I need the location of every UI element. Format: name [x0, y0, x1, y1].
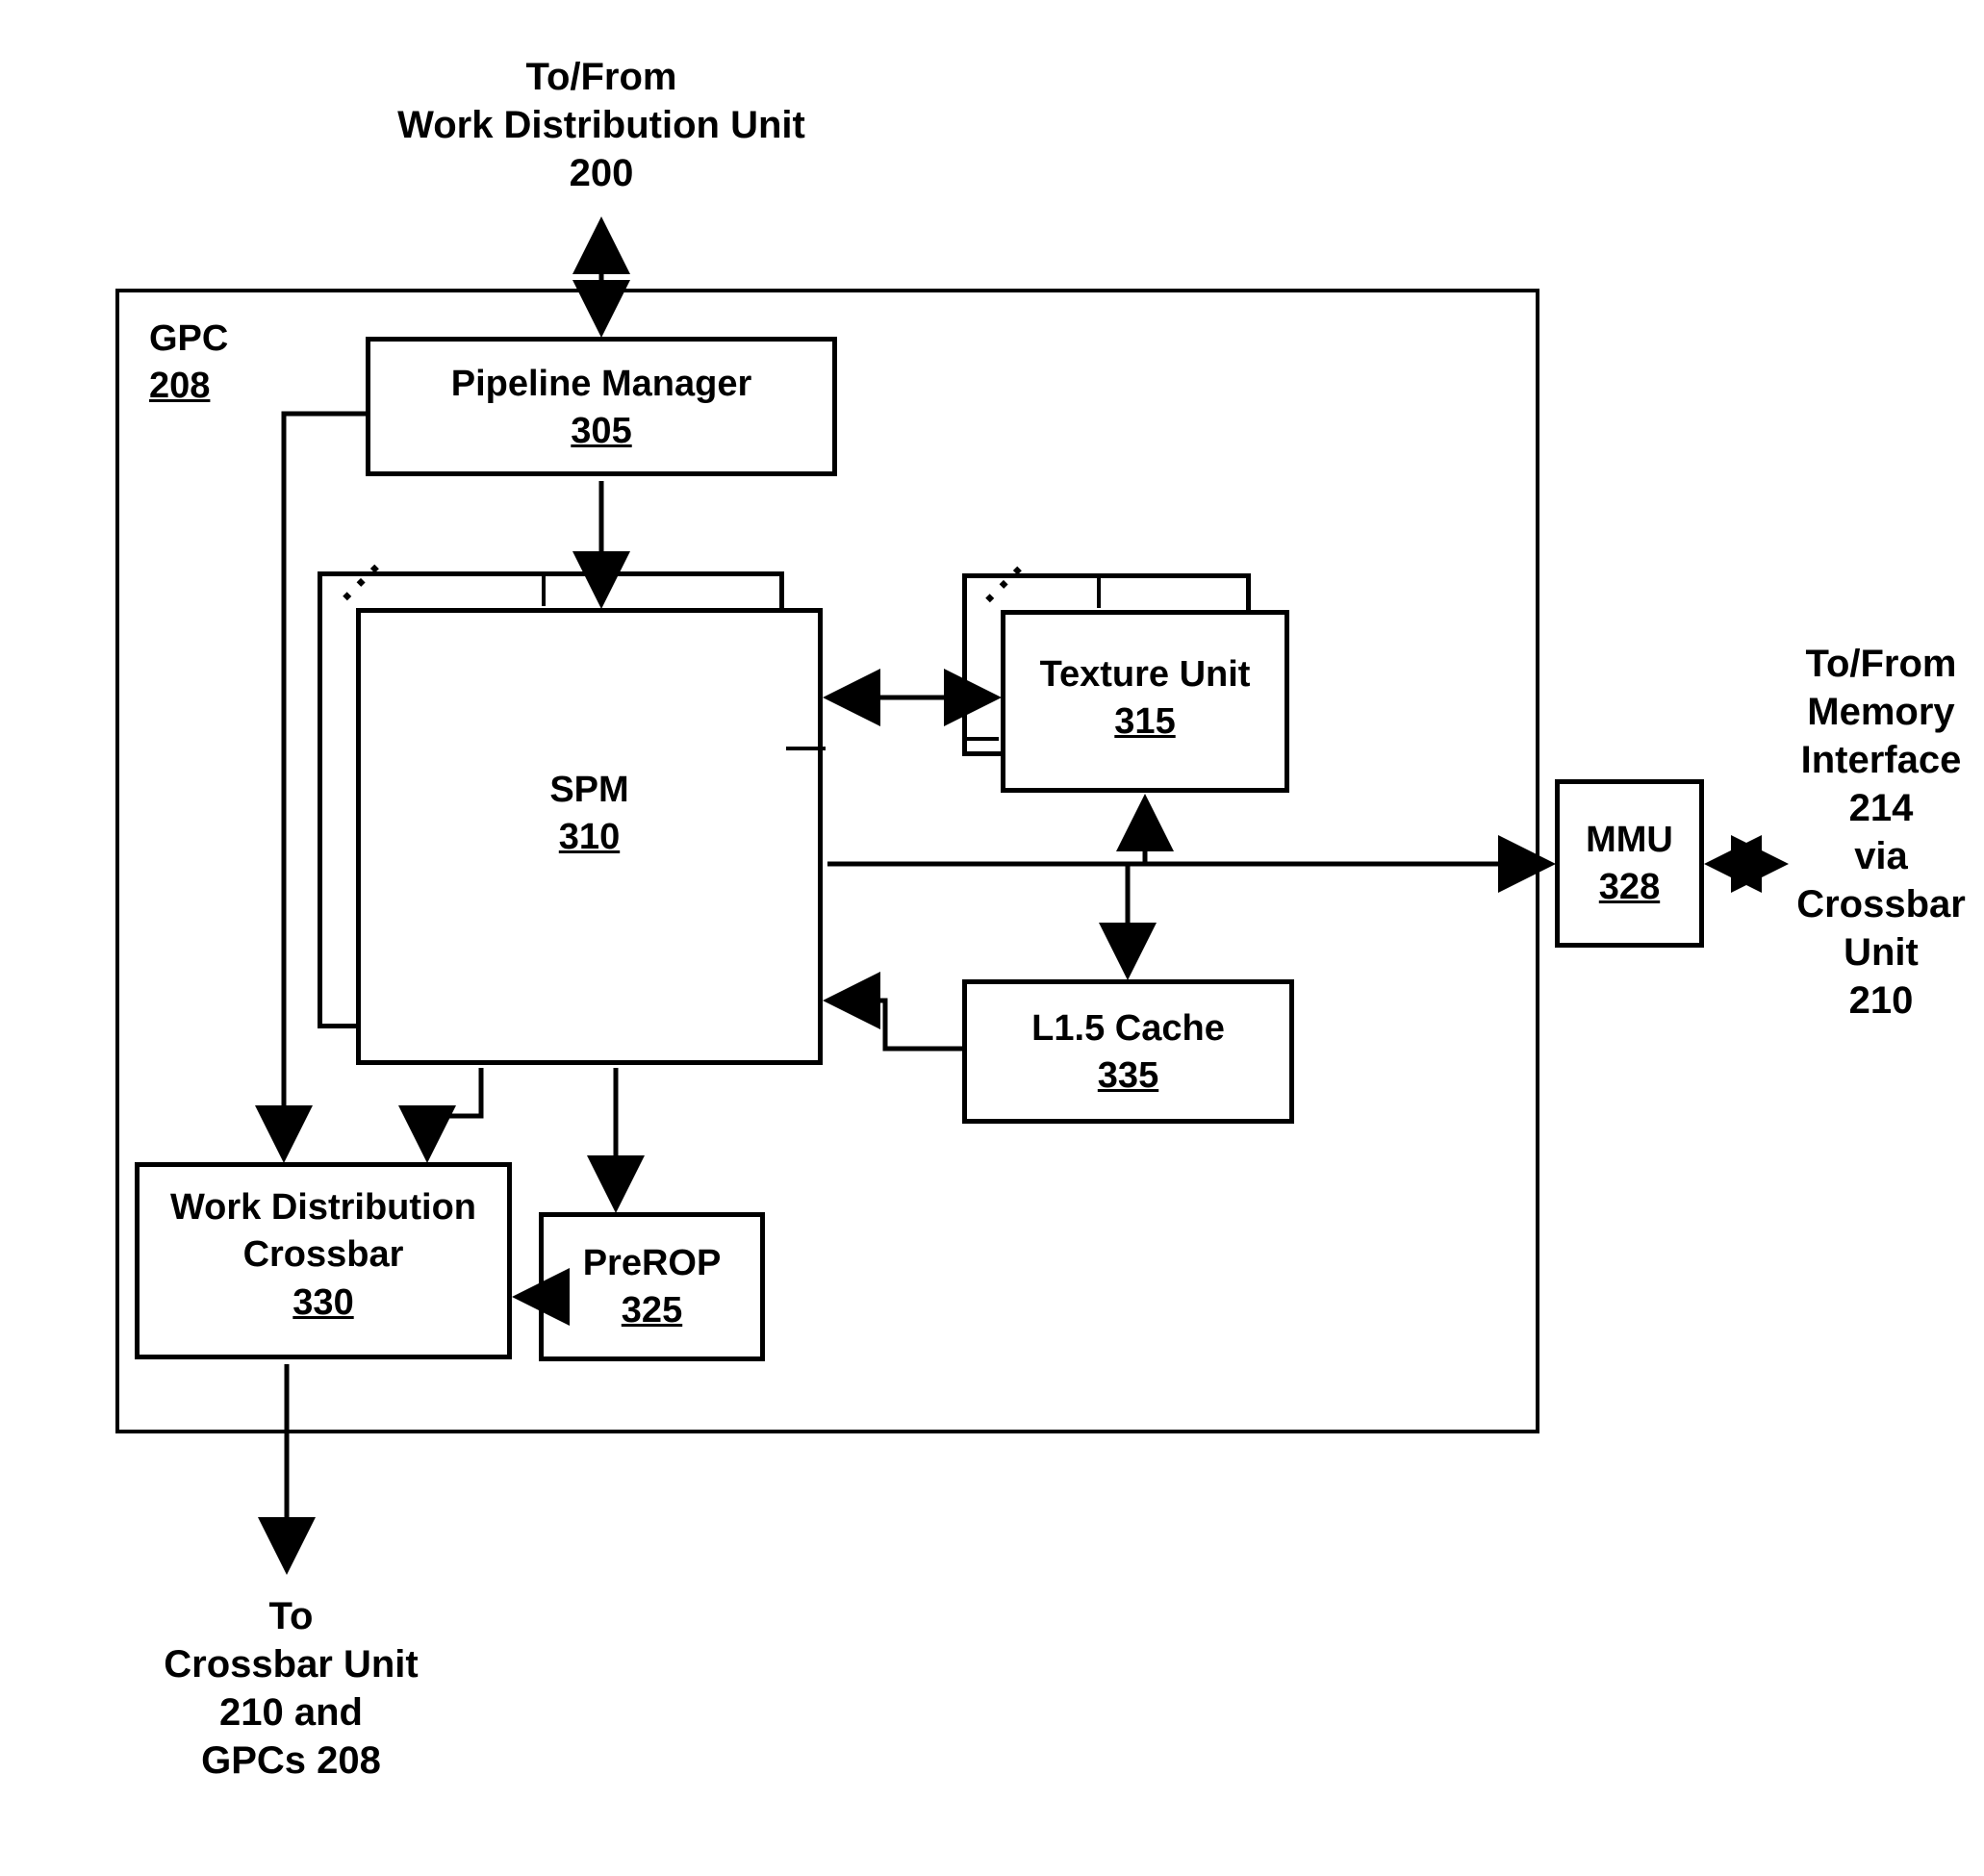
arrow-spm-to-wdc — [427, 1068, 481, 1158]
arrow-pipeline-to-wdc — [284, 414, 366, 1158]
arrows-layer — [0, 0, 1984, 1876]
arrow-l15-to-spm — [827, 1001, 962, 1049]
diagram-canvas: GPC 208 Pipeline Manager 305 SPM 310 ...… — [0, 0, 1984, 1876]
